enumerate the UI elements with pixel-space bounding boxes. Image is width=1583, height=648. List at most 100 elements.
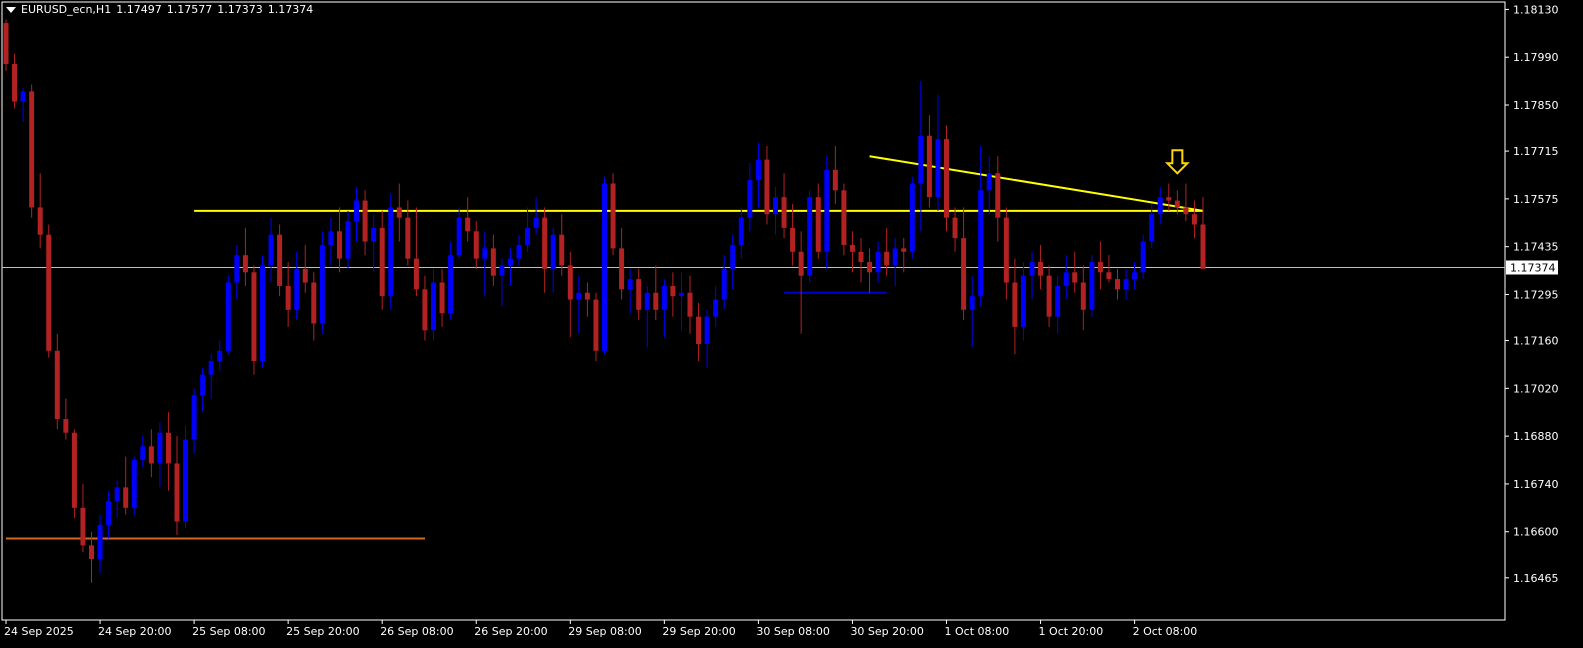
candle-bull[interactable] xyxy=(431,282,436,331)
candle-bear[interactable] xyxy=(995,173,1001,218)
candle-bear[interactable] xyxy=(63,419,69,433)
price-chart[interactable]: 1.18130 1.17990 1.17850 1.17715 1.17575 1.174… xyxy=(0,0,1583,648)
candle-bull[interactable] xyxy=(721,268,727,300)
candle-bull[interactable] xyxy=(576,292,582,300)
candle-bear[interactable] xyxy=(559,234,565,266)
candle-bear[interactable] xyxy=(841,190,847,245)
candle-bear[interactable] xyxy=(884,251,890,266)
candle-bear[interactable] xyxy=(174,463,180,522)
candle-bear[interactable] xyxy=(901,248,907,252)
candle-bear[interactable] xyxy=(798,251,804,276)
sell-arrow-icon[interactable] xyxy=(1164,149,1190,175)
candle-bull[interactable] xyxy=(217,350,223,362)
candle-bear[interactable] xyxy=(1200,224,1206,269)
candle-bear[interactable] xyxy=(1174,200,1180,208)
candle-bear[interactable] xyxy=(285,285,291,310)
candle-bear[interactable] xyxy=(1106,272,1112,280)
candle-bull[interactable] xyxy=(20,91,26,102)
candle-bull[interactable] xyxy=(234,255,240,283)
candle-bull[interactable] xyxy=(345,221,351,259)
candle-bull[interactable] xyxy=(294,268,300,310)
candle-bear[interactable] xyxy=(619,248,625,290)
candle-bull[interactable] xyxy=(268,234,274,266)
candle-bear[interactable] xyxy=(1012,282,1018,327)
candle-bear[interactable] xyxy=(405,217,411,259)
candle-bear[interactable] xyxy=(148,446,154,464)
candle-bear[interactable] xyxy=(439,282,445,314)
candle-bear[interactable] xyxy=(1166,197,1172,201)
candle-bear[interactable] xyxy=(961,238,967,310)
candle-bull[interactable] xyxy=(328,231,334,245)
candle-bear[interactable] xyxy=(670,285,676,297)
candle-bear[interactable] xyxy=(465,217,471,232)
candle-bull[interactable] xyxy=(208,361,214,375)
candle-bull[interactable] xyxy=(909,183,915,252)
candle-bear[interactable] xyxy=(781,197,787,228)
candle-bear[interactable] xyxy=(849,244,855,252)
candle-bear[interactable] xyxy=(610,183,616,249)
candle-bull[interactable] xyxy=(260,265,265,362)
candle-bear[interactable] xyxy=(1046,275,1052,317)
candle-bull[interactable] xyxy=(140,446,146,461)
candle-bear[interactable] xyxy=(1080,282,1086,310)
candle-bull[interactable] xyxy=(200,374,206,396)
candle-bull[interactable] xyxy=(388,207,394,297)
candle-bull[interactable] xyxy=(644,292,650,310)
candle-bull[interactable] xyxy=(738,217,744,245)
candle-bull[interactable] xyxy=(730,244,736,269)
candle-bear[interactable] xyxy=(653,292,659,310)
candle-bull[interactable] xyxy=(157,432,163,464)
candle-bear[interactable] xyxy=(71,432,77,508)
candle-bull[interactable] xyxy=(602,183,607,351)
candle-bull[interactable] xyxy=(986,173,992,191)
candle-bear[interactable] xyxy=(687,292,693,317)
candle-bull[interactable] xyxy=(773,197,778,215)
candle-bear[interactable] xyxy=(165,432,171,464)
candle-bear[interactable] xyxy=(593,299,599,351)
candle-bull[interactable] xyxy=(354,200,360,222)
candle-bull[interactable] xyxy=(755,159,761,181)
candle-bear[interactable] xyxy=(80,507,86,546)
candle-bull[interactable] xyxy=(747,180,753,218)
candle-bear[interactable] xyxy=(696,316,702,344)
candle-bull[interactable] xyxy=(448,255,454,314)
candle-bull[interactable] xyxy=(1140,241,1146,273)
candle-bull[interactable] xyxy=(97,524,103,560)
candle-bear[interactable] xyxy=(413,258,419,290)
candle-bear[interactable] xyxy=(926,135,932,198)
candle-bear[interactable] xyxy=(29,91,35,208)
candle-bear[interactable] xyxy=(1097,262,1103,273)
candle-bear[interactable] xyxy=(396,207,402,218)
candle-bull[interactable] xyxy=(1149,214,1155,242)
candle-bull[interactable] xyxy=(1132,272,1138,280)
candle-bear[interactable] xyxy=(832,169,838,191)
candle-bull[interactable] xyxy=(525,227,531,245)
candle-bear[interactable] xyxy=(858,251,864,263)
candle-bear[interactable] xyxy=(242,255,248,273)
candle-bear[interactable] xyxy=(336,231,342,259)
candle-bear[interactable] xyxy=(944,139,949,218)
candle-bull[interactable] xyxy=(225,282,231,351)
candle-bull[interactable] xyxy=(824,169,830,252)
candle-bear[interactable] xyxy=(636,279,642,310)
candle-bear[interactable] xyxy=(37,207,43,235)
candle-bear[interactable] xyxy=(952,217,958,239)
candle-bear[interactable] xyxy=(567,265,573,300)
candle-bull[interactable] xyxy=(1055,285,1061,317)
candle-bear[interactable] xyxy=(251,272,257,362)
candle-bull[interactable] xyxy=(1063,272,1069,286)
candle-bear[interactable] xyxy=(542,217,548,269)
candle-bull[interactable] xyxy=(875,251,881,273)
candle-bear[interactable] xyxy=(1115,279,1120,290)
candle-bull[interactable] xyxy=(1089,262,1095,310)
candle-bear[interactable] xyxy=(490,248,496,276)
candle-bear[interactable] xyxy=(277,234,283,286)
candle-bull[interactable] xyxy=(918,135,924,184)
candle-bull[interactable] xyxy=(191,395,197,440)
candle-bear[interactable] xyxy=(815,197,821,252)
candle-bull[interactable] xyxy=(661,285,667,310)
candle-bear[interactable] xyxy=(379,227,385,297)
candle-bull[interactable] xyxy=(1157,197,1163,215)
candle-bear[interactable] xyxy=(1072,272,1078,283)
candle-bear[interactable] xyxy=(46,234,52,351)
